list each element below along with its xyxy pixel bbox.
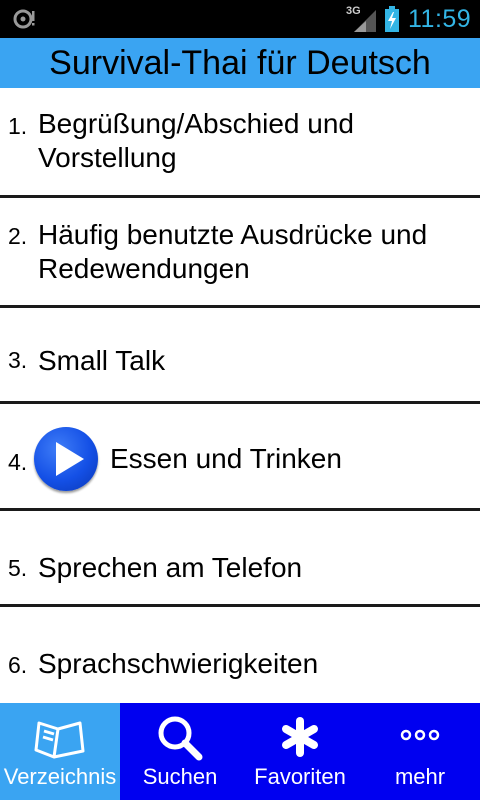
status-bar: 3G 11:59 (0, 0, 480, 38)
item-label-line2: Redewendungen (38, 253, 250, 284)
item-label: Small Talk (38, 345, 166, 376)
tab-suchen[interactable]: Suchen (120, 703, 240, 800)
tab-label: Favoriten (254, 764, 346, 789)
book-icon (34, 721, 85, 759)
item-number: 3. (8, 347, 28, 373)
battery-icon (385, 6, 399, 32)
asterisk-icon (282, 717, 318, 757)
item-number: 6. (8, 652, 28, 678)
tab-label: Suchen (142, 764, 218, 789)
tab-verzeichnis[interactable]: Verzeichnis (0, 703, 120, 800)
item-label: Häufig benutzte Ausdrücke und (38, 219, 428, 250)
search-icon (158, 716, 203, 761)
tab-label: mehr (394, 764, 446, 789)
item-number: 5. (8, 555, 28, 581)
tab-favoriten[interactable]: Favoriten (240, 703, 360, 800)
list-item[interactable]: 3. Small Talk (0, 308, 480, 401)
item-label: Begrüßung/Abschied und (38, 108, 354, 139)
item-number: 4. (8, 449, 28, 475)
tab-mehr[interactable]: mehr (360, 703, 480, 800)
tab-label: Verzeichnis (3, 764, 117, 789)
item-label-line2: Vorstellung (38, 142, 177, 173)
item-label: Essen und Trinken (110, 443, 342, 474)
item-label: Sprechen am Telefon (38, 552, 303, 583)
bottom-tab-bar: Verzeichnis Suchen Favoriten mehr (0, 703, 480, 800)
sd-card-icon (13, 9, 35, 29)
chapter-list: 1. Begrüßung/Abschied und Vorstellung 2.… (0, 88, 480, 703)
item-number: 2. (8, 223, 28, 249)
clock: 11:59 (408, 5, 472, 33)
more-icon (400, 729, 440, 741)
play-button[interactable] (34, 427, 98, 491)
item-label: Sprachschwierigkeiten (38, 648, 319, 679)
list-item[interactable]: 6. Sprachschwierigkeiten (0, 607, 480, 703)
item-number: 1. (8, 113, 28, 139)
list-item[interactable]: 5. Sprechen am Telefon (0, 511, 480, 604)
list-item[interactable]: 2. Häufig benutzte Ausdrücke und Redewen… (0, 198, 480, 305)
list-item[interactable]: 1. Begrüßung/Abschied und Vorstellung (0, 88, 480, 195)
signal-icon (354, 10, 376, 32)
play-icon (56, 442, 84, 476)
app-title: Survival-Thai für Deutsch (49, 44, 431, 82)
title-bar: Survival-Thai für Deutsch (0, 38, 480, 88)
